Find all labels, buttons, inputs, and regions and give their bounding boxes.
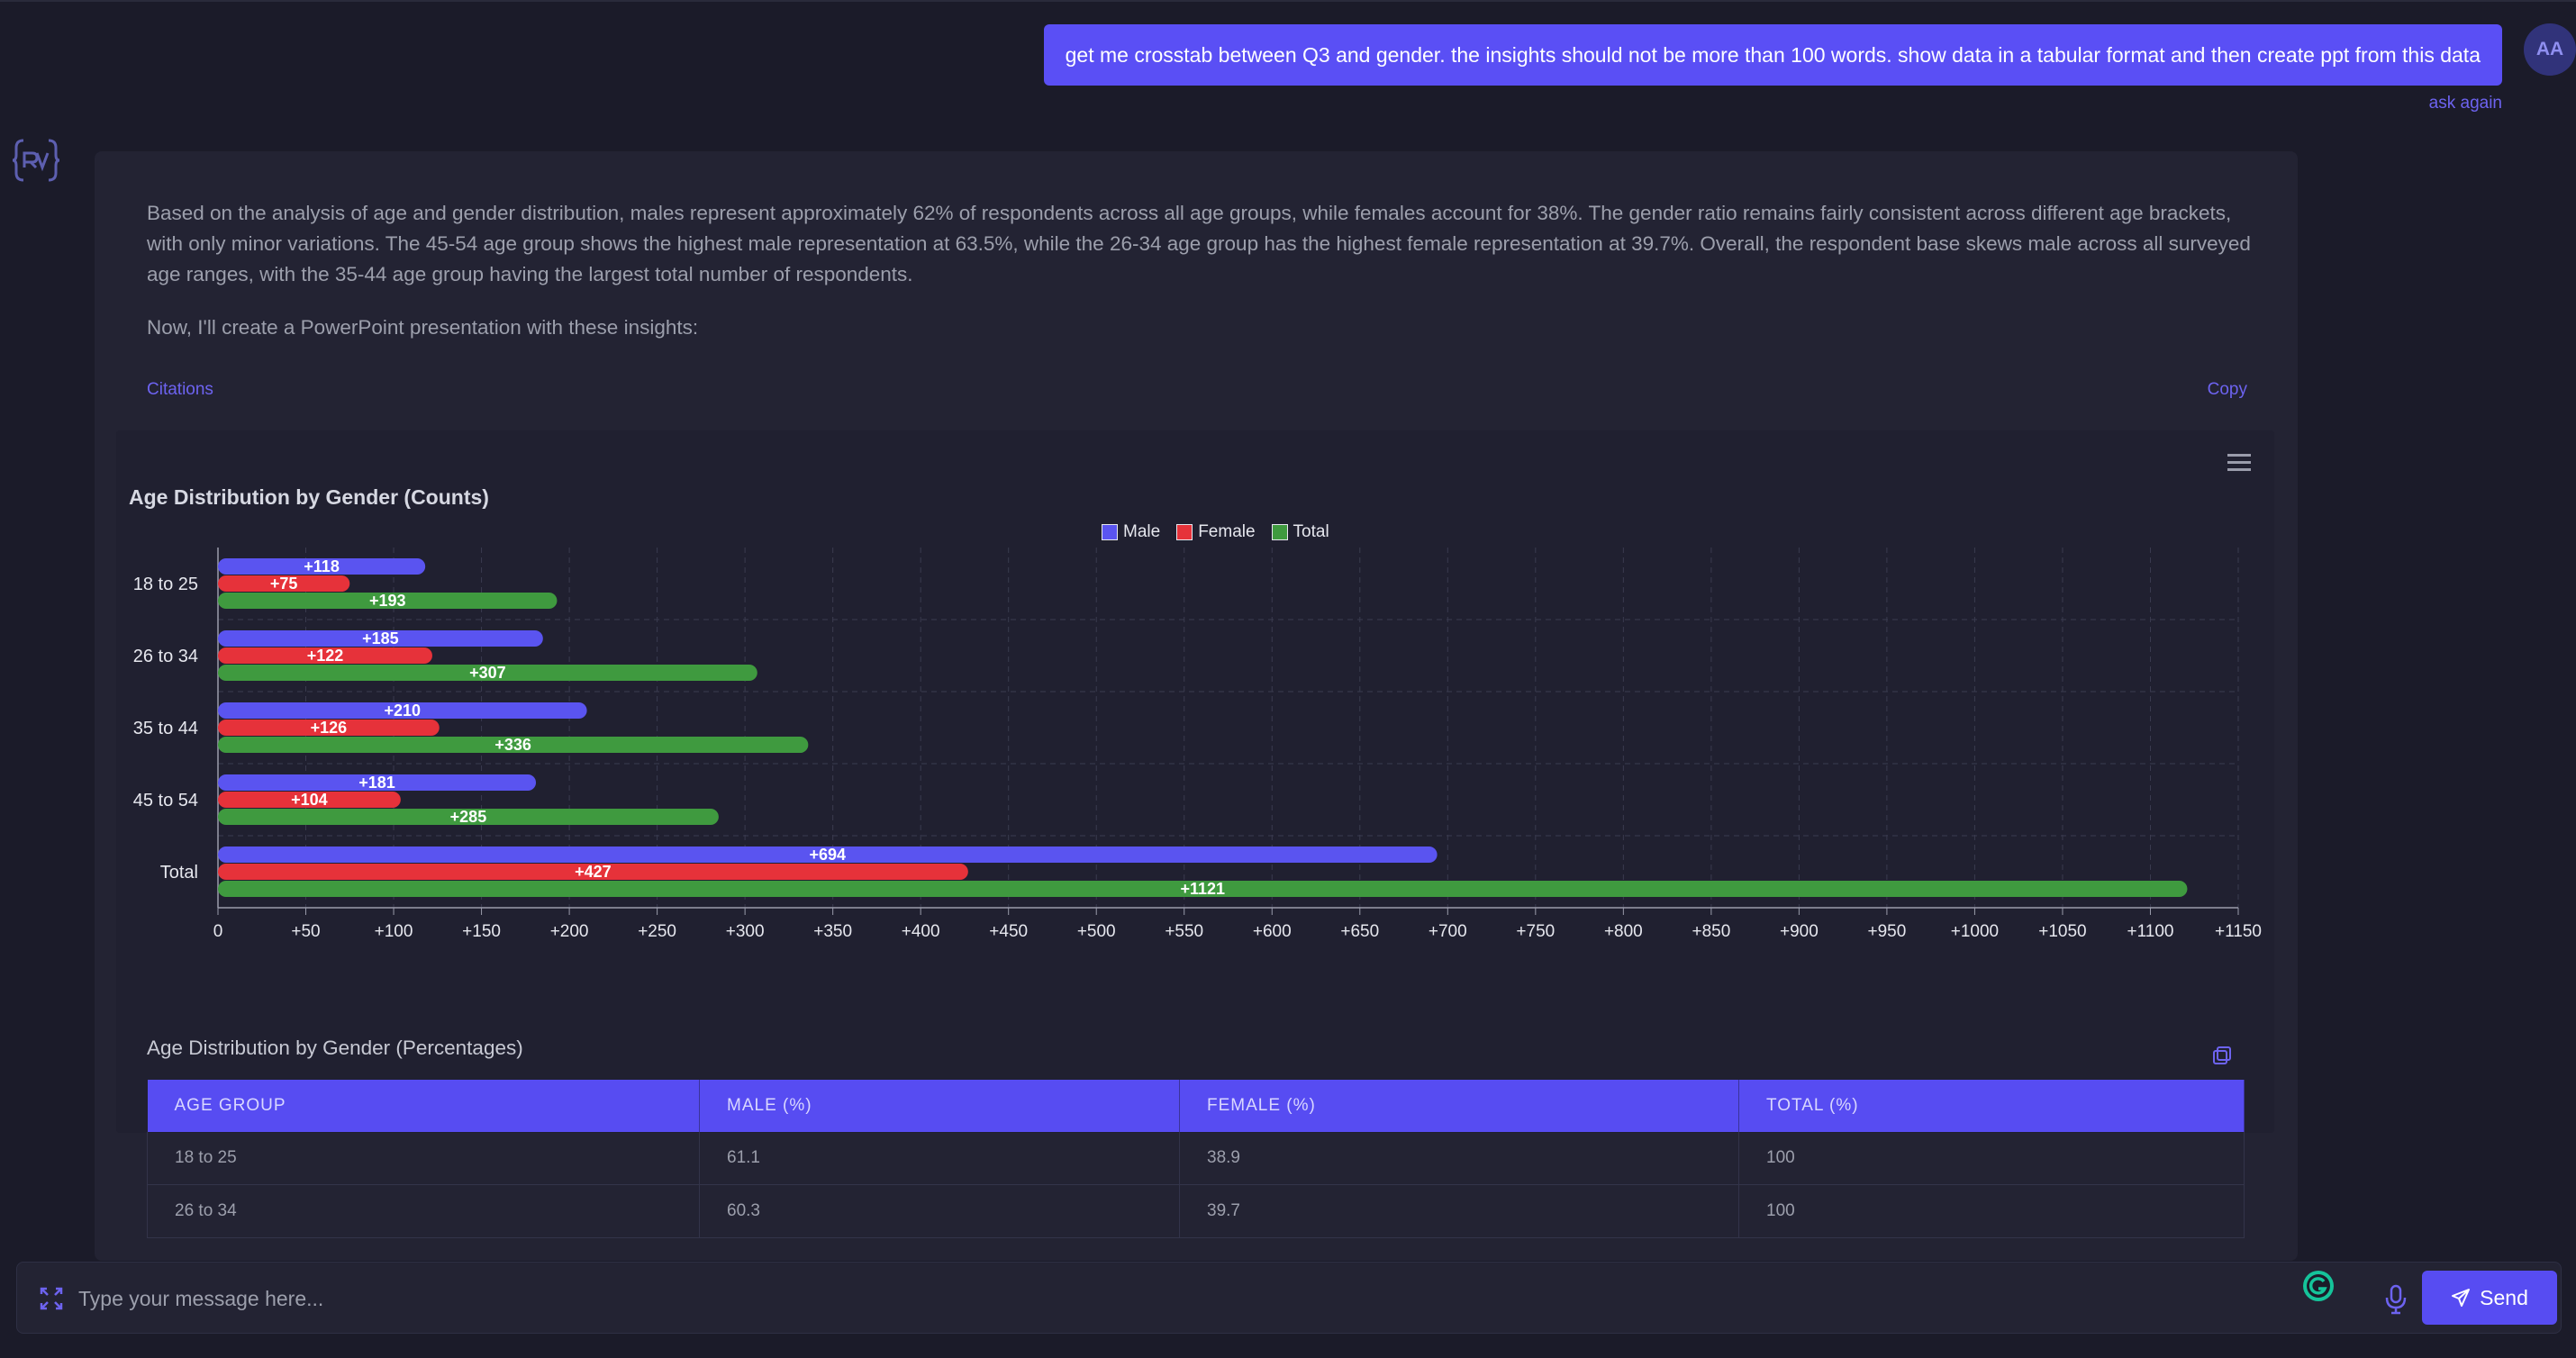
grammarly-icon[interactable]: [2301, 1269, 2336, 1303]
category-label: Total: [160, 863, 198, 883]
legend-label-total: Total: [1293, 522, 1329, 541]
copy-table-icon[interactable]: [2211, 1045, 2233, 1066]
x-tick-label: +800: [1604, 922, 1643, 941]
table-cell: 61.1: [699, 1132, 1180, 1185]
header-female[interactable]: FEMALE (%): [1179, 1080, 1739, 1132]
user-message-text: get me crosstab between Q3 and gender. t…: [1065, 42, 2481, 67]
chart-legend: Male Female Total: [1102, 522, 1329, 542]
x-tick-label: +650: [1340, 922, 1379, 941]
x-tick-label: 0: [213, 922, 223, 941]
legend-item-male[interactable]: Male: [1102, 522, 1160, 542]
data-label: +193: [369, 592, 406, 610]
send-label: Send: [2480, 1285, 2528, 1309]
data-label: +181: [358, 774, 395, 792]
table-row: 18 to 25 61.1 38.9 100: [147, 1132, 2245, 1185]
x-tick-label: +1000: [1951, 922, 1999, 941]
x-tick-label: +500: [1077, 922, 1116, 941]
x-tick-label: +950: [1868, 922, 1907, 941]
table-cell: 100: [1738, 1184, 2245, 1238]
data-label: +285: [450, 808, 487, 826]
x-tick-label: +150: [462, 922, 501, 941]
table-cell: 26 to 34: [147, 1184, 700, 1238]
table-cell: 39.7: [1179, 1184, 1739, 1238]
x-tick-label: +750: [1516, 922, 1555, 941]
x-tick-label: +1050: [2038, 922, 2086, 941]
data-label: +210: [385, 702, 422, 720]
header-male[interactable]: MALE (%): [699, 1080, 1180, 1132]
x-tick-label: +550: [1165, 922, 1203, 941]
legend-swatch-male: [1102, 524, 1118, 540]
x-tick-label: +250: [638, 922, 676, 941]
data-label: +126: [311, 719, 348, 737]
data-label: +1121: [1180, 880, 1225, 898]
message-composer: Send: [16, 1262, 2562, 1335]
x-tick-label: +200: [550, 922, 589, 941]
category-label: 26 to 34: [133, 647, 198, 666]
expand-icon[interactable]: [39, 1286, 64, 1311]
followup-paragraph: Now, I'll create a PowerPoint presentati…: [147, 316, 699, 339]
x-tick-label: +1150: [2215, 922, 2262, 941]
x-tick-label: +100: [375, 922, 413, 941]
header-total[interactable]: TOTAL (%): [1738, 1080, 2245, 1132]
data-label: +104: [291, 791, 328, 809]
data-label: +307: [469, 664, 506, 682]
data-label: +427: [575, 863, 612, 881]
header-age-group[interactable]: AGE GROUP: [147, 1080, 700, 1132]
x-tick-label: +400: [902, 922, 940, 941]
table-cell: 18 to 25: [147, 1132, 700, 1185]
data-label: +185: [362, 629, 399, 647]
legend-item-female[interactable]: Female: [1176, 522, 1256, 542]
x-tick-label: +900: [1780, 922, 1819, 941]
x-tick-label: +850: [1692, 922, 1730, 941]
x-tick-label: +1100: [2127, 922, 2174, 941]
microphone-icon[interactable]: [2384, 1284, 2408, 1315]
legend-label-male: Male: [1123, 522, 1161, 541]
legend-swatch-total: [1271, 524, 1288, 540]
ask-again-link[interactable]: ask again: [2429, 94, 2502, 113]
chart-card: Age Distribution by Gender (Counts) Male…: [116, 430, 2274, 1133]
assistant-logo-icon: [12, 139, 60, 182]
data-label: +75: [270, 575, 298, 593]
send-icon: [2452, 1289, 2471, 1307]
data-label: +122: [307, 647, 344, 665]
table-title: Age Distribution by Gender (Percentages): [147, 1037, 523, 1059]
table-header-row: AGE GROUP MALE (%) FEMALE (%) TOTAL (%): [147, 1080, 2245, 1132]
category-label: 45 to 54: [133, 791, 198, 810]
legend-item-total[interactable]: Total: [1271, 522, 1329, 542]
data-label: +336: [494, 736, 531, 754]
x-tick-label: +600: [1253, 922, 1292, 941]
legend-swatch-female: [1176, 524, 1193, 540]
citations-link[interactable]: Citations: [147, 380, 213, 400]
insight-paragraph: Based on the analysis of age and gender …: [147, 202, 2251, 285]
user-avatar[interactable]: AA: [2524, 23, 2576, 76]
top-divider: [0, 0, 2576, 2]
x-tick-label: +450: [989, 922, 1028, 941]
user-message-bubble: get me crosstab between Q3 and gender. t…: [1043, 24, 2502, 86]
send-button[interactable]: Send: [2422, 1271, 2557, 1325]
message-input[interactable]: [77, 1263, 2242, 1335]
x-tick-label: +50: [291, 922, 320, 941]
category-label: 35 to 44: [133, 719, 198, 738]
copy-link[interactable]: Copy: [2208, 380, 2247, 400]
table-row: 26 to 34 60.3 39.7 100: [147, 1184, 2245, 1238]
chart-title: Age Distribution by Gender (Counts): [129, 485, 489, 509]
assistant-response-panel: Based on the analysis of age and gender …: [95, 151, 2298, 1261]
data-label: +694: [810, 846, 847, 864]
chart-menu-icon[interactable]: [2227, 454, 2251, 472]
x-tick-label: +350: [813, 922, 852, 941]
category-label: 18 to 25: [133, 575, 198, 594]
legend-label-female: Female: [1198, 522, 1256, 541]
data-label: +118: [304, 557, 340, 575]
table-cell: 38.9: [1179, 1132, 1739, 1185]
data-table: AGE GROUP MALE (%) FEMALE (%) TOTAL (%) …: [147, 1080, 2245, 1238]
x-tick-label: +700: [1429, 922, 1467, 941]
x-tick-label: +300: [726, 922, 765, 941]
table-cell: 100: [1738, 1132, 2245, 1185]
table-cell: 60.3: [699, 1184, 1180, 1238]
